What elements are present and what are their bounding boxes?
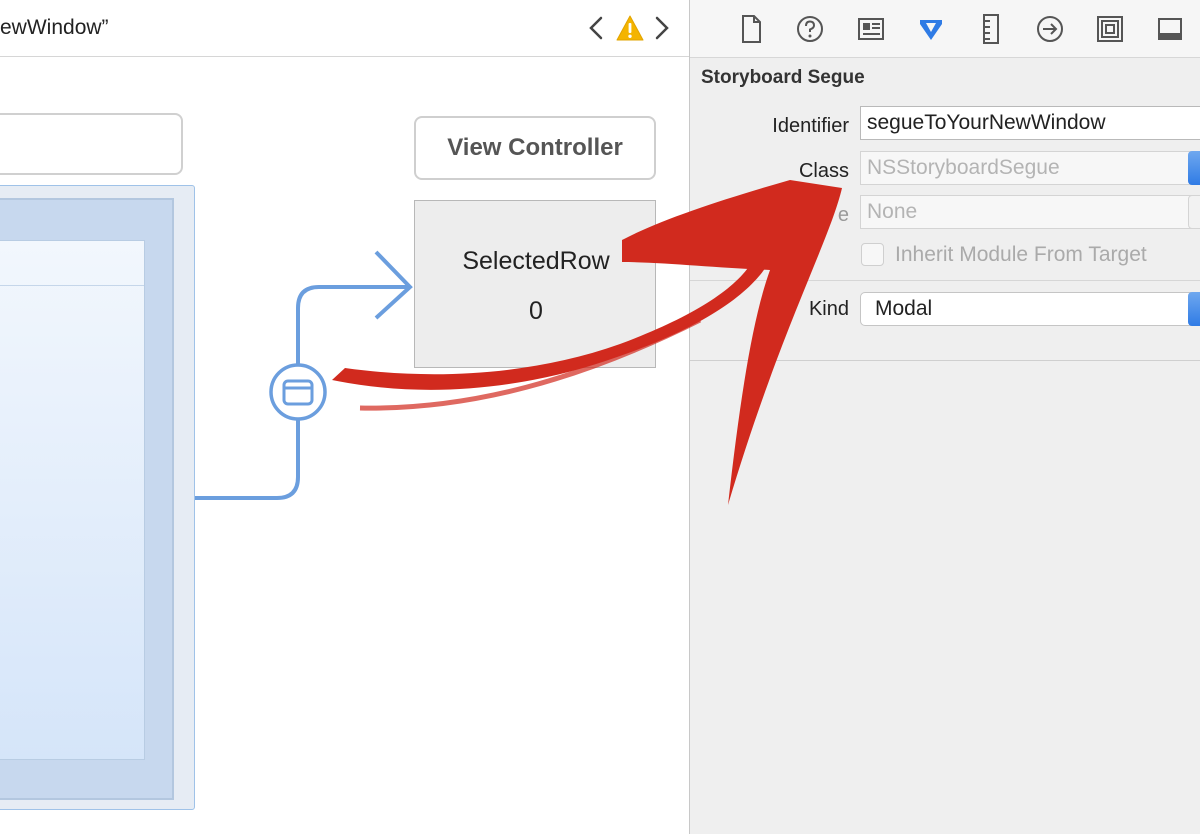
attributes-inspector: Storyboard Segue Identifier segueToYourN… — [689, 0, 1200, 834]
window-content-view — [0, 240, 145, 760]
window-scene[interactable] — [0, 185, 195, 810]
inspector-toolbar — [690, 0, 1200, 58]
view-effects-inspector-icon[interactable] — [1153, 12, 1187, 46]
divider — [690, 280, 1200, 281]
chevron-left-icon[interactable] — [584, 12, 608, 44]
class-dropdown-button[interactable] — [1188, 151, 1200, 185]
identifier-label: Identifier — [772, 115, 849, 137]
window-controller-title[interactable] — [0, 113, 183, 175]
kind-popup-button[interactable]: Modal — [860, 292, 1200, 326]
bindings-inspector-icon[interactable] — [1093, 12, 1127, 46]
selected-row-label: SelectedRow — [462, 247, 610, 275]
window-frame — [0, 198, 174, 800]
view-controller-title[interactable]: View Controller — [414, 116, 656, 180]
section-title: Storyboard Segue — [701, 67, 865, 88]
kind-dropdown-button[interactable] — [1188, 292, 1200, 326]
kind-label: Kind — [808, 298, 849, 320]
size-inspector-icon[interactable] — [974, 12, 1008, 46]
chevron-right-icon[interactable] — [650, 12, 674, 44]
class-field-value: NSStoryboardSegue — [867, 156, 1060, 179]
warning-icon[interactable] — [615, 14, 645, 42]
module-dropdown-button[interactable] — [1188, 195, 1200, 229]
identity-inspector-icon[interactable] — [854, 12, 888, 46]
class-label: Class — [798, 160, 849, 182]
attributes-inspector-icon[interactable] — [914, 12, 948, 46]
module-label: e — [837, 204, 849, 226]
connections-inspector-icon[interactable] — [1033, 12, 1067, 46]
storyboard-segue-section: Storyboard Segue Identifier segueToYourN… — [690, 58, 1200, 361]
inherit-module-checkbox[interactable] — [861, 243, 884, 266]
file-inspector-icon[interactable] — [734, 12, 768, 46]
module-field[interactable]: None — [860, 195, 1200, 229]
view-controller-scene[interactable]: SelectedRow 0 — [414, 200, 656, 368]
storyboard-canvas[interactable]: ewWindow” View Controller SelectedRow 0 — [0, 0, 689, 834]
help-icon[interactable] — [793, 12, 827, 46]
divider — [0, 285, 144, 286]
identifier-field[interactable]: segueToYourNewWindow — [860, 106, 1200, 140]
modal-segue-icon[interactable] — [268, 362, 328, 422]
scene-title: ewWindow” — [0, 16, 109, 39]
class-field[interactable]: NSStoryboardSegue — [860, 151, 1200, 185]
inherit-module-label: Inherit Module From Target — [895, 243, 1147, 266]
selected-row-value: 0 — [529, 297, 543, 325]
editor-jump-bar: ewWindow” — [0, 0, 689, 57]
